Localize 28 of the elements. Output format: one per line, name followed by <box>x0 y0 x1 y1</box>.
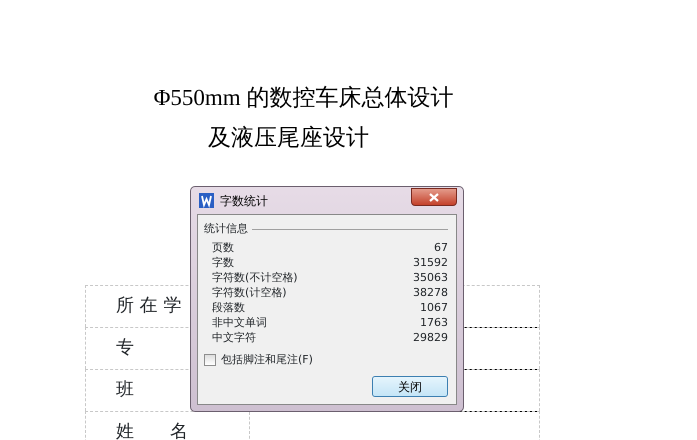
stat-label: 段落数 <box>212 300 245 314</box>
stat-value: 35063 <box>413 270 448 284</box>
stat-value: 1067 <box>420 300 448 314</box>
stat-value: 31592 <box>413 254 448 270</box>
stat-label: 中文字符 <box>212 330 256 344</box>
table-label: 姓 名 <box>116 421 188 440</box>
table-label: 专 <box>116 337 134 358</box>
stat-label: 字符数(计空格) <box>212 284 287 300</box>
close-icon <box>429 192 439 202</box>
stat-value: 29829 <box>413 330 448 344</box>
document-title: 及液压尾座设计 <box>208 124 369 152</box>
table-label: 班 <box>116 379 134 400</box>
dialog-title: 字数统计 <box>220 192 268 210</box>
checkbox-label[interactable]: 包括脚注和尾注(F) <box>221 352 313 368</box>
stat-label: 字符数(不计空格) <box>212 270 298 284</box>
stat-value: 67 <box>434 240 448 254</box>
document-title: Φ550mm 的数控车床总体设计 <box>154 84 454 112</box>
stat-label: 非中文单词 <box>212 314 267 330</box>
close-button[interactable] <box>411 188 457 206</box>
checkbox[interactable] <box>204 354 216 366</box>
stat-label: 页数 <box>212 240 234 254</box>
table-label: 所 在 学 <box>116 295 182 316</box>
group-label: 统计信息 <box>204 221 248 237</box>
close-dialog-button[interactable]: 关闭 <box>372 376 448 397</box>
stat-value: 1763 <box>420 314 448 330</box>
stat-value: 38278 <box>413 284 448 300</box>
stat-label: 字数 <box>212 254 234 270</box>
app-icon <box>199 193 214 208</box>
